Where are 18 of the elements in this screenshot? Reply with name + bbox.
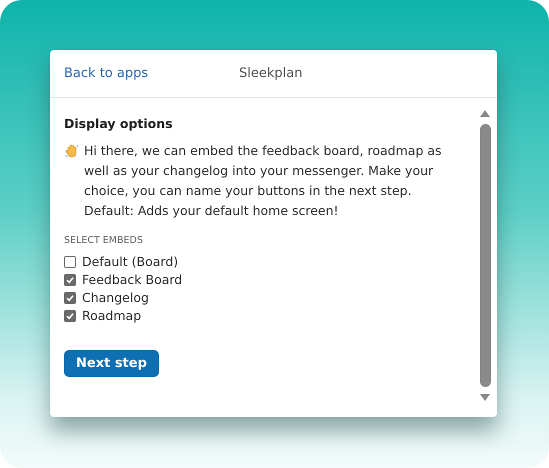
section-heading: Display options	[64, 116, 174, 131]
checkbox[interactable]	[64, 256, 76, 268]
scroll-thumb[interactable]	[480, 124, 490, 387]
back-link[interactable]: Back to apps	[64, 66, 239, 81]
checkbox-label[interactable]: Default (Board)	[82, 254, 178, 269]
waving-hand-icon	[64, 143, 80, 159]
checkbox-label[interactable]: Feedback Board	[82, 272, 182, 287]
section-label: SELECT EMBEDS	[64, 235, 144, 246]
checkbox[interactable]	[64, 292, 76, 304]
scroll-down-icon[interactable]	[479, 393, 491, 403]
checkbox-label[interactable]: Changelog	[82, 290, 149, 305]
scroll-up-icon[interactable]	[479, 108, 491, 118]
checkbox-label[interactable]: Roadmap	[82, 308, 142, 323]
checkbox[interactable]	[64, 310, 76, 322]
checkbox[interactable]	[64, 274, 76, 286]
intro-paragraph: Hi there, we can embed the feedback board, roadmap as well as your changelog into your messenger. Make your choice, you can name your buttons in the next step. Default: Adds your default home screen!	[84, 142, 443, 220]
next-step-button[interactable]: Next step	[64, 350, 159, 377]
window-title: Sleekplan	[239, 66, 302, 81]
